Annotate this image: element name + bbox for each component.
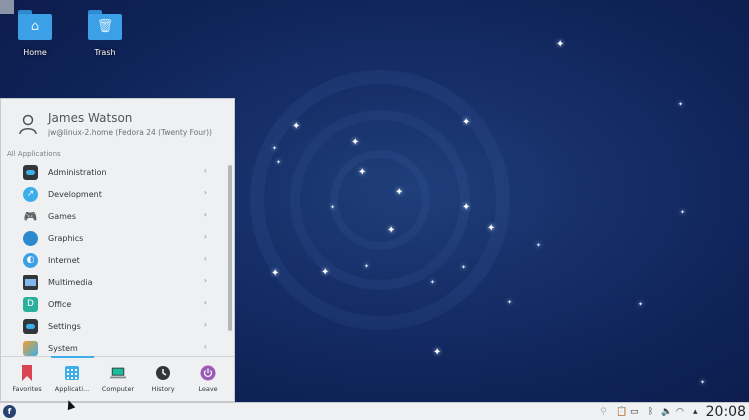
menu-item-label: Internet [48, 255, 80, 265]
tab-history[interactable]: History [140, 357, 186, 393]
fedora-launcher-icon[interactable]: f [3, 405, 16, 418]
wifi-icon[interactable]: ◠ [676, 405, 684, 419]
volume-icon[interactable]: 🔈 [661, 405, 672, 419]
menu-scrollbar[interactable] [228, 165, 232, 331]
menu-item-graphics[interactable]: Graphics › [1, 227, 227, 249]
star: ✦ [430, 279, 436, 286]
chevron-right-icon: › [203, 210, 207, 219]
application-launcher: James Watson jw@linux-2.home (Fedora 24 … [0, 98, 235, 402]
star: ✦ [556, 39, 565, 50]
desktop-icon-home[interactable]: ⌂ Home [5, 10, 65, 57]
star: ✦ [680, 209, 686, 216]
star: ✦ [271, 268, 280, 279]
tab-label: Applicati... [54, 385, 90, 393]
multimedia-icon [23, 274, 38, 290]
battery-icon[interactable]: ▭ [630, 405, 639, 419]
settings-icon [23, 318, 38, 334]
chevron-right-icon: › [203, 188, 207, 197]
chevron-right-icon: › [203, 166, 207, 175]
user-avatar-icon [19, 114, 37, 135]
bluetooth-icon[interactable]: ᛒ [648, 405, 653, 419]
menu-item-label: Multimedia [48, 277, 93, 287]
taskbar: f ⚲ 📋 ▭ ᛒ 🔈 ◠ ▴ 20:08 [0, 402, 749, 420]
user-name: James Watson [48, 111, 133, 125]
pin-icon[interactable]: ⚲ [600, 405, 607, 419]
clipboard-icon[interactable]: 📋 [616, 405, 627, 419]
star: ✦ [276, 159, 282, 166]
star: ✦ [330, 204, 336, 211]
development-icon: ↗ [23, 186, 38, 202]
menu-item-label: System [48, 343, 78, 353]
menu-item-administration[interactable]: Administration › [1, 161, 227, 183]
computer-icon [110, 365, 126, 381]
home-folder-icon: ⌂ [18, 10, 52, 40]
star: ✦ [462, 202, 471, 213]
chevron-right-icon: › [203, 298, 207, 307]
system-icon [23, 340, 38, 356]
expand-up-icon[interactable]: ▴ [693, 405, 698, 419]
star: ✦ [487, 223, 496, 234]
desktop-icon-label: Home [23, 48, 47, 57]
chevron-right-icon: › [203, 232, 207, 241]
tab-label: Computer [101, 385, 135, 393]
desktop-icon-trash[interactable]: 🗑 Trash [75, 10, 135, 57]
star: ✦ [395, 187, 404, 198]
menu-item-label: Settings [48, 321, 81, 331]
gamepad-icon: 🎮 [23, 209, 38, 223]
application-category-list: Administration › ↗ Development › 🎮 Games… [1, 161, 227, 359]
trash-folder-icon: 🗑 [88, 10, 122, 40]
launcher-tab-bar: Favorites Applicati... Computer History … [1, 356, 234, 402]
menu-item-internet[interactable]: ◐ Internet › [1, 249, 227, 271]
menu-item-development[interactable]: ↗ Development › [1, 183, 227, 205]
chevron-right-icon: › [203, 320, 207, 329]
star: ✦ [638, 301, 644, 308]
chevron-right-icon: › [203, 342, 207, 351]
tab-label: Leave [198, 385, 218, 393]
administration-icon [23, 164, 38, 180]
menu-item-label: Graphics [48, 233, 84, 243]
tab-leave[interactable]: Leave [185, 357, 231, 393]
star: ✦ [461, 264, 467, 271]
desktop-icon-label: Trash [94, 48, 116, 57]
menu-item-label: Administration [48, 167, 107, 177]
chevron-right-icon: › [203, 254, 207, 263]
star: ✦ [364, 263, 370, 270]
star: ✦ [292, 121, 301, 132]
chevron-right-icon: › [203, 276, 207, 285]
tab-applications[interactable]: Applicati... [49, 357, 95, 393]
clock[interactable]: 20:08 [706, 403, 746, 420]
menu-item-label: Games [48, 211, 76, 221]
star: ✦ [358, 167, 367, 178]
applications-grid-icon [64, 365, 80, 381]
star: ✦ [536, 242, 542, 249]
wallpaper-swirl [330, 150, 430, 250]
menu-item-label: Office [48, 299, 72, 309]
star: ✦ [351, 137, 360, 148]
star: ✦ [700, 379, 706, 386]
menu-item-games[interactable]: 🎮 Games › [1, 205, 227, 227]
tab-label: History [151, 385, 175, 393]
power-icon [200, 365, 216, 381]
menu-item-settings[interactable]: Settings › [1, 315, 227, 337]
graphics-icon [23, 230, 38, 246]
tab-favorites[interactable]: Favorites [4, 357, 50, 393]
section-label: All Applications [7, 150, 61, 158]
user-subtitle: jw@linux-2.home (Fedora 24 (Twenty Four)… [48, 128, 212, 137]
bookmark-icon [19, 365, 35, 381]
history-icon [155, 365, 171, 381]
star: ✦ [678, 101, 684, 108]
globe-icon: ◐ [23, 252, 38, 268]
tab-computer[interactable]: Computer [95, 357, 141, 393]
star: ✦ [387, 225, 396, 236]
office-icon: D [23, 296, 38, 312]
star: ✦ [433, 347, 442, 358]
star: ✦ [462, 117, 471, 128]
star: ✦ [272, 145, 278, 152]
tab-label: Favorites [12, 385, 42, 393]
menu-item-office[interactable]: D Office › [1, 293, 227, 315]
star: ✦ [321, 267, 330, 278]
menu-item-label: Development [48, 189, 102, 199]
star: ✦ [507, 299, 513, 306]
menu-item-multimedia[interactable]: Multimedia › [1, 271, 227, 293]
